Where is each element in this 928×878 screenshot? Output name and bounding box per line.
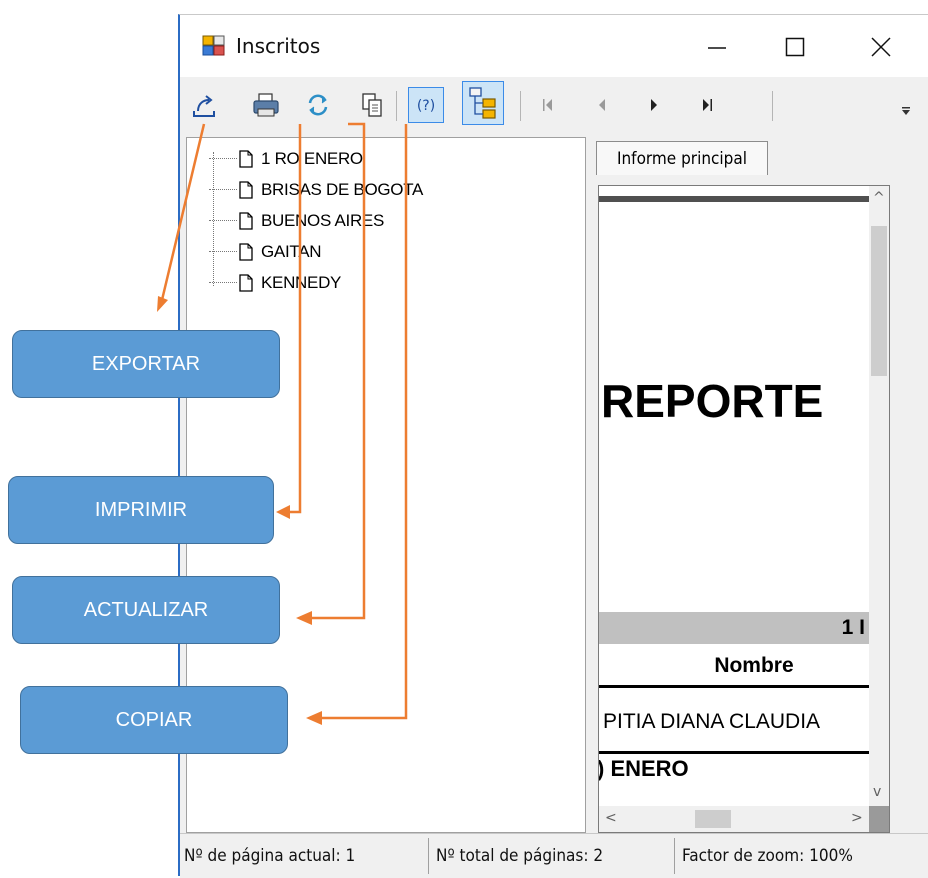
title-bar: Inscritos xyxy=(180,15,928,77)
report-page: REPORTE 1 I Nombre PITIA DIANA CLAUDIA )… xyxy=(599,186,869,806)
toolbar-overflow-button[interactable] xyxy=(896,101,916,121)
callout-exportar: EXPORTAR xyxy=(12,330,280,398)
report-row-group: ) ENERO xyxy=(599,756,689,781)
print-icon xyxy=(253,93,279,117)
page-top-rule xyxy=(599,196,869,202)
copy-button[interactable] xyxy=(354,87,390,123)
tree-toggle-icon xyxy=(469,87,496,119)
callout-actualizar: ACTUALIZAR xyxy=(12,576,280,644)
refresh-button[interactable] xyxy=(300,87,336,123)
document-icon xyxy=(239,150,253,168)
toolbar-separator xyxy=(772,91,773,121)
document-icon xyxy=(239,181,253,199)
toolbar-separator xyxy=(520,91,521,121)
callout-imprimir: IMPRIMIR xyxy=(8,476,274,544)
tree-item-label: KENNEDY xyxy=(261,273,342,292)
scroll-up-icon[interactable]: ^ xyxy=(873,190,885,206)
scroll-right-icon[interactable]: > xyxy=(851,810,863,826)
tree-item[interactable]: 1 RO ENERO xyxy=(209,146,363,172)
last-page-icon xyxy=(703,99,712,111)
first-page-button[interactable] xyxy=(530,87,566,123)
report-row-name: PITIA DIANA CLAUDIA xyxy=(603,710,821,733)
scroll-down-icon[interactable]: v xyxy=(873,784,881,800)
vertical-scroll-thumb[interactable] xyxy=(871,226,887,376)
window-title: Inscritos xyxy=(236,34,321,58)
tree-item[interactable]: GAITAN xyxy=(209,239,322,265)
group-band-text: 1 I xyxy=(841,616,865,639)
status-total-pages: Nº total de páginas: 2 xyxy=(436,846,604,866)
status-zoom: Factor de zoom: 100% xyxy=(682,846,853,866)
document-icon xyxy=(239,243,253,261)
report-viewer: REPORTE 1 I Nombre PITIA DIANA CLAUDIA )… xyxy=(598,185,890,833)
scroll-left-icon[interactable]: < xyxy=(605,810,617,826)
tree-item-label: 1 RO ENERO xyxy=(261,149,363,168)
print-button[interactable] xyxy=(248,87,284,123)
horizontal-scrollbar[interactable]: < > xyxy=(599,806,869,832)
first-page-icon xyxy=(543,99,552,111)
row-rule xyxy=(599,751,869,754)
document-icon xyxy=(239,274,253,292)
close-icon xyxy=(871,37,891,57)
vertical-scrollbar[interactable]: ^ v xyxy=(869,186,889,806)
tree-item[interactable]: BUENOS AIRES xyxy=(209,208,384,234)
toolbar-separator xyxy=(396,91,397,121)
report-title: REPORTE xyxy=(601,375,824,427)
tab-informe-principal[interactable]: Informe principal xyxy=(596,141,768,175)
app-icon xyxy=(202,35,226,57)
column-header-nombre: Nombre xyxy=(599,646,869,688)
chevron-down-icon xyxy=(902,107,910,115)
group-band: 1 I xyxy=(599,612,869,644)
maximize-button[interactable] xyxy=(760,25,830,69)
minimize-icon xyxy=(708,47,726,49)
export-icon xyxy=(193,95,215,117)
tree-item-label: GAITAN xyxy=(261,242,322,261)
help-button[interactable]: (?) xyxy=(408,87,444,123)
document-icon xyxy=(239,212,253,230)
background-strip xyxy=(178,0,928,14)
tree-item[interactable]: BRISAS DE BOGOTA xyxy=(209,177,423,203)
tree-toggle-button[interactable] xyxy=(462,81,504,125)
inscritos-window: Inscritos (?) 1 RO ENERO BRISAS DE BOGOT… xyxy=(178,14,928,878)
last-page-button[interactable] xyxy=(690,87,726,123)
status-bar: Nº de página actual: 1 Nº total de págin… xyxy=(180,833,928,878)
export-button[interactable] xyxy=(186,87,222,123)
svg-text:(?): (?) xyxy=(417,98,435,114)
callout-copiar: COPIAR xyxy=(20,686,288,754)
report-toolbar: (?) xyxy=(180,77,928,137)
copy-icon xyxy=(362,93,382,117)
tree-item[interactable]: KENNEDY xyxy=(209,270,341,296)
next-page-icon xyxy=(651,99,657,111)
tree-item-label: BRISAS DE BOGOTA xyxy=(261,180,424,199)
maximize-icon xyxy=(785,37,805,57)
minimize-button[interactable] xyxy=(682,25,752,69)
previous-page-icon xyxy=(599,99,605,111)
previous-page-button[interactable] xyxy=(584,87,620,123)
help-icon: (?) xyxy=(417,98,435,114)
close-button[interactable] xyxy=(846,25,916,69)
next-page-button[interactable] xyxy=(636,87,672,123)
refresh-icon xyxy=(308,94,328,116)
status-current-page: Nº de página actual: 1 xyxy=(184,846,356,866)
tree-item-label: BUENOS AIRES xyxy=(261,211,384,230)
horizontal-scroll-thumb[interactable] xyxy=(695,810,731,828)
